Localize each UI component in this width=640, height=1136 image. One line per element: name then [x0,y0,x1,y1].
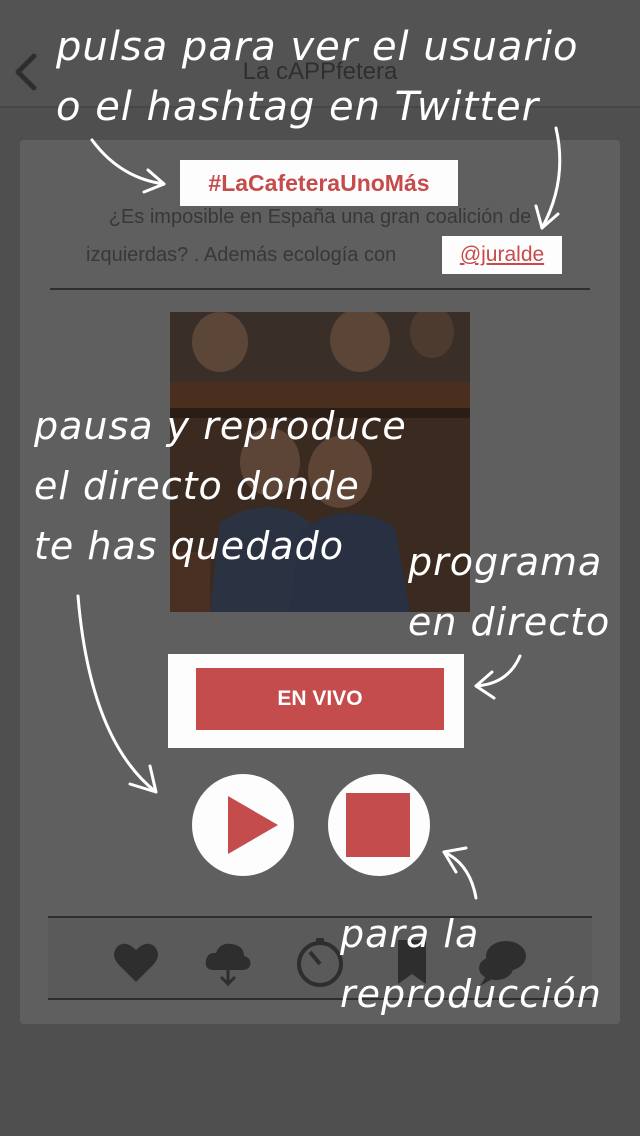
arrow-to-play [76,594,158,794]
annotation-top-line1: pulsa para ver el usuario [56,24,579,70]
annotation-pause-line2: el directo donde [34,464,360,508]
annotation-top-line2: o el hashtag en Twitter [56,84,540,130]
annotation-live-line1: programa [408,540,603,584]
annotation-stop-line1: para la [340,912,480,956]
annotation-live-line2: en directo [408,600,611,644]
annotation-stop-line2: reproducción [340,972,602,1016]
annotation-pause-line1: pausa y reproduce [34,404,407,448]
arrow-to-hashtag [90,138,166,186]
annotation-pause-line3: te has quedado [34,524,344,568]
